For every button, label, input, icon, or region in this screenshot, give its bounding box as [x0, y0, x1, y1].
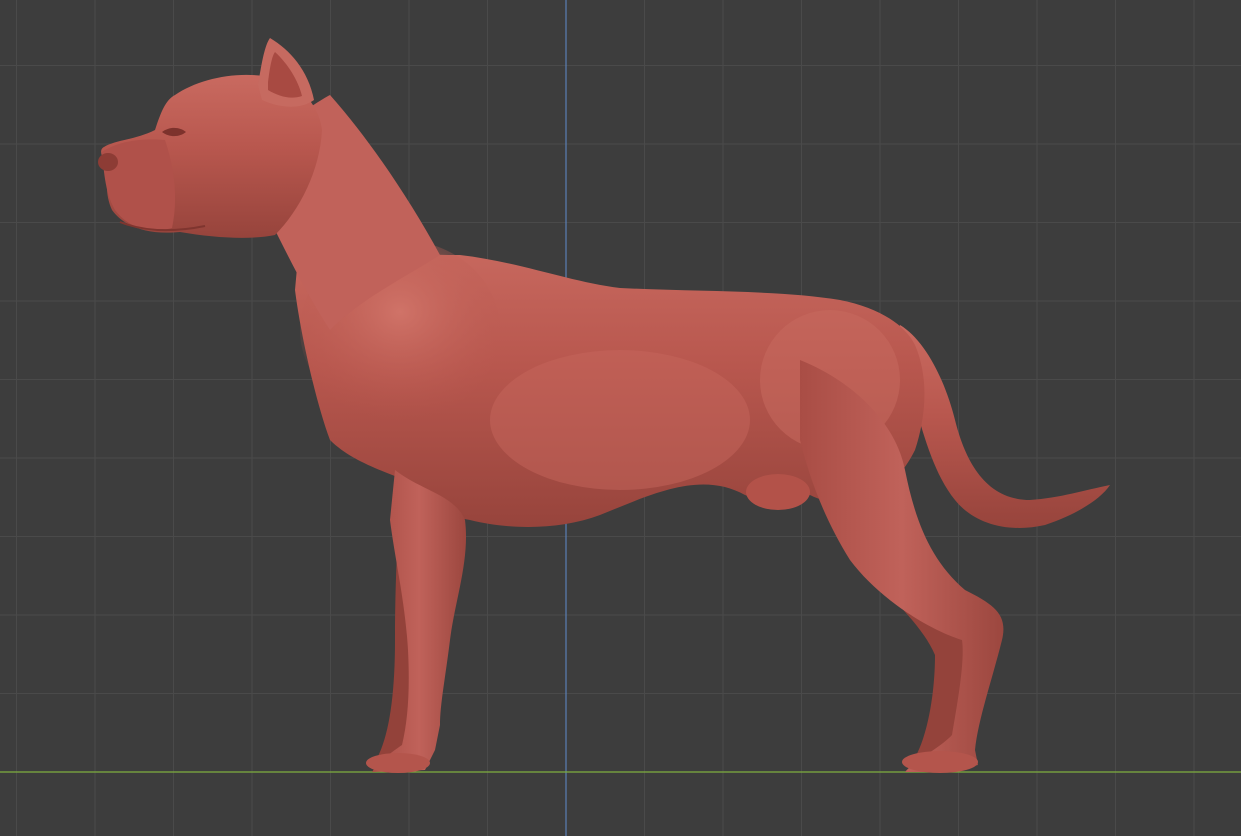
dog-hind-paw [902, 751, 978, 773]
dog-muzzle [102, 139, 176, 231]
viewport-canvas[interactable] [0, 0, 1241, 836]
dog-tail [892, 325, 1110, 528]
dog-belly-muscle [490, 350, 750, 490]
dog-nose [98, 153, 118, 171]
3d-viewport[interactable] [0, 0, 1241, 836]
dog-front-leg-near [372, 470, 467, 772]
dog-front-paw [366, 753, 430, 773]
dog-underbelly-detail [746, 474, 810, 510]
